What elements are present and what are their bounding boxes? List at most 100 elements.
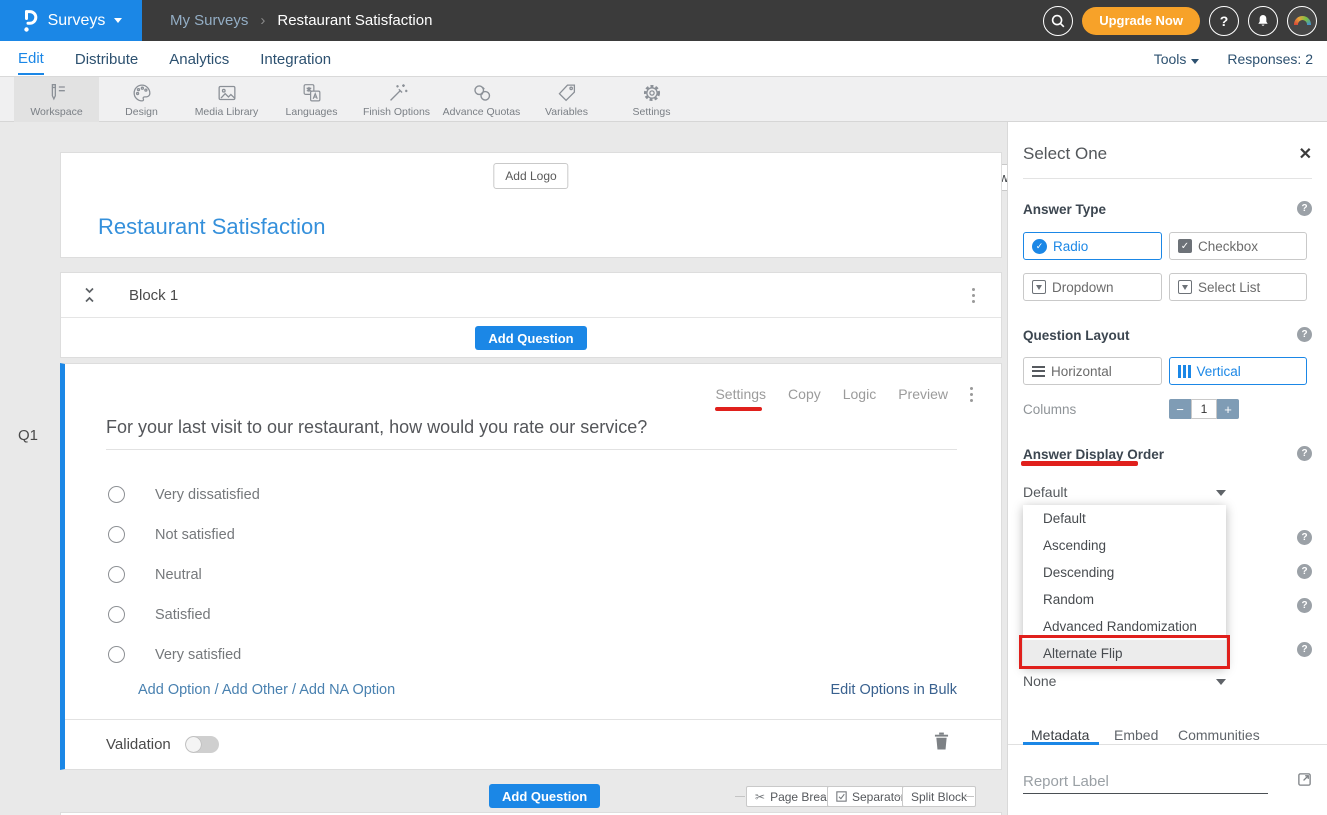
menu-item-advanced-randomization[interactable]: Advanced Randomization — [1023, 613, 1226, 640]
questionpro-app: Surveys My Surveys › Restaurant Satisfac… — [0, 0, 1327, 815]
display-order-menu: Default Ascending Descending Random Adva… — [1023, 505, 1226, 667]
survey-title[interactable]: Restaurant Satisfaction — [98, 214, 325, 240]
edit-options-in-bulk-link[interactable]: Edit Options in Bulk — [830, 682, 957, 698]
close-icon[interactable]: ✕ — [1299, 144, 1312, 164]
menu-item-default[interactable]: Default — [1023, 505, 1226, 532]
option-label: Satisfied — [155, 607, 211, 623]
layout-vertical[interactable]: Vertical — [1169, 357, 1307, 385]
panel-tab-metadata[interactable]: Metadata — [1031, 727, 1089, 743]
chevron-down-icon[interactable] — [1216, 679, 1226, 685]
option-label: Very satisfied — [155, 647, 241, 663]
breadcrumb-my-surveys[interactable]: My Surveys — [170, 12, 248, 29]
help-icon[interactable]: ? — [1297, 642, 1312, 657]
secondary-select[interactable]: None — [1023, 673, 1056, 689]
edit-toolbar: Workspace Design Media Library Languages… — [0, 77, 1327, 122]
responses-count[interactable]: Responses: 2 — [1227, 51, 1313, 67]
tab-distribute[interactable]: Distribute — [75, 43, 138, 74]
block-header: Block 1 — [61, 273, 1001, 318]
increase-columns-button[interactable]: + — [1217, 399, 1239, 419]
chevron-down-icon — [1191, 59, 1199, 64]
columns-stepper: − 1 + — [1169, 399, 1239, 419]
radio-button-icon[interactable] — [108, 646, 125, 663]
account-avatar[interactable] — [1287, 6, 1317, 36]
collapse-block-icon[interactable] — [83, 287, 96, 303]
chain-links-icon — [439, 81, 524, 105]
tool-design[interactable]: Design — [99, 77, 184, 122]
help-icon[interactable]: ? — [1297, 564, 1312, 579]
menu-item-random[interactable]: Random — [1023, 586, 1226, 613]
help-button[interactable]: ? — [1209, 6, 1239, 36]
radio-button-icon[interactable] — [108, 486, 125, 503]
question-tab-settings[interactable]: Settings — [715, 386, 766, 402]
answer-type-radio[interactable]: ✓ Radio — [1023, 232, 1162, 260]
add-logo-button[interactable]: Add Logo — [493, 163, 568, 189]
add-option-link[interactable]: Add Option — [138, 682, 211, 698]
add-question-button-top[interactable]: Add Question — [475, 326, 586, 350]
add-na-option-link[interactable]: Add NA Option — [299, 682, 395, 698]
help-icon[interactable]: ? — [1297, 598, 1312, 613]
option-label: Not satisfied — [155, 527, 235, 543]
block-card: Block 1 Add Question — [60, 272, 1002, 358]
help-icon[interactable]: ? — [1297, 530, 1312, 545]
add-question-button-bottom[interactable]: Add Question — [489, 784, 600, 808]
tool-settings[interactable]: Settings — [609, 77, 694, 122]
report-label-input[interactable] — [1023, 770, 1268, 794]
menu-item-ascending[interactable]: Ascending — [1023, 532, 1226, 559]
answer-type-checkbox[interactable]: ✓ Checkbox — [1169, 232, 1307, 260]
upgrade-now-button[interactable]: Upgrade Now — [1082, 7, 1200, 35]
answer-display-order-select[interactable]: Default — [1023, 484, 1067, 500]
tool-media-library[interactable]: Media Library — [184, 77, 269, 122]
layout-horizontal[interactable]: Horizontal — [1023, 357, 1162, 385]
help-icon[interactable]: ? — [1297, 446, 1312, 461]
panel-tab-embed[interactable]: Embed — [1114, 727, 1158, 743]
tools-menu[interactable]: Tools — [1154, 51, 1200, 67]
decrease-columns-button[interactable]: − — [1169, 399, 1191, 419]
help-icon[interactable]: ? — [1297, 201, 1312, 216]
block-name[interactable]: Block 1 — [129, 287, 178, 304]
palette-icon — [99, 81, 184, 105]
help-icon[interactable]: ? — [1297, 327, 1312, 342]
breadcrumb-separator-icon: › — [260, 12, 265, 29]
question-tab-preview[interactable]: Preview — [898, 386, 948, 402]
question-text[interactable]: For your last visit to our restaurant, h… — [106, 417, 647, 438]
notifications-button[interactable] — [1248, 6, 1278, 36]
tool-advance-quotas[interactable]: Advance Quotas — [439, 77, 524, 122]
radio-button-icon[interactable] — [108, 566, 125, 583]
scissors-icon: ✂ — [755, 790, 765, 804]
question-tab-logic[interactable]: Logic — [843, 386, 876, 402]
add-other-link[interactable]: Add Other — [222, 682, 288, 698]
tool-workspace[interactable]: Workspace — [14, 77, 99, 122]
delete-question-icon[interactable] — [934, 732, 949, 750]
answer-type-select-list[interactable]: Select List — [1169, 273, 1307, 301]
workspace-canvas: Q1 Add Logo Restaurant Satisfaction Bloc… — [0, 122, 1007, 815]
tool-finish-options[interactable]: Finish Options — [354, 77, 439, 122]
search-button[interactable] — [1043, 6, 1073, 36]
radio-button-icon[interactable] — [108, 606, 125, 623]
tool-languages[interactable]: Languages — [269, 77, 354, 122]
answer-type-dropdown[interactable]: Dropdown — [1023, 273, 1162, 301]
block-menu-icon[interactable] — [972, 288, 975, 303]
panel-tab-communities[interactable]: Communities — [1178, 727, 1260, 743]
gear-icon — [609, 81, 694, 105]
product-name: Surveys — [48, 12, 106, 30]
chevron-down-icon[interactable] — [1216, 490, 1226, 496]
tab-integration[interactable]: Integration — [260, 43, 331, 74]
surveys-menu[interactable]: Surveys — [0, 0, 142, 41]
select-list-box-icon — [1178, 280, 1192, 294]
tab-edit[interactable]: Edit — [18, 42, 44, 75]
expand-icon[interactable] — [1297, 772, 1312, 787]
menu-item-alternate-flip[interactable]: Alternate Flip — [1023, 640, 1226, 667]
question-tab-copy[interactable]: Copy — [788, 386, 821, 402]
validation-toggle[interactable] — [185, 736, 219, 753]
radio-button-icon[interactable] — [108, 526, 125, 543]
answer-option-row: Satisfied — [108, 606, 211, 623]
annotation-underline-display-order — [1021, 461, 1138, 466]
menu-item-descending[interactable]: Descending — [1023, 559, 1226, 586]
tab-analytics[interactable]: Analytics — [169, 43, 229, 74]
question-menu-icon[interactable] — [970, 387, 973, 402]
translate-icon — [269, 81, 354, 105]
tool-variables[interactable]: Variables — [524, 77, 609, 122]
topbar-actions: Upgrade Now ? — [1043, 6, 1327, 36]
answer-display-order-label: Answer Display Order — [1023, 447, 1164, 462]
bell-icon — [1255, 13, 1271, 29]
